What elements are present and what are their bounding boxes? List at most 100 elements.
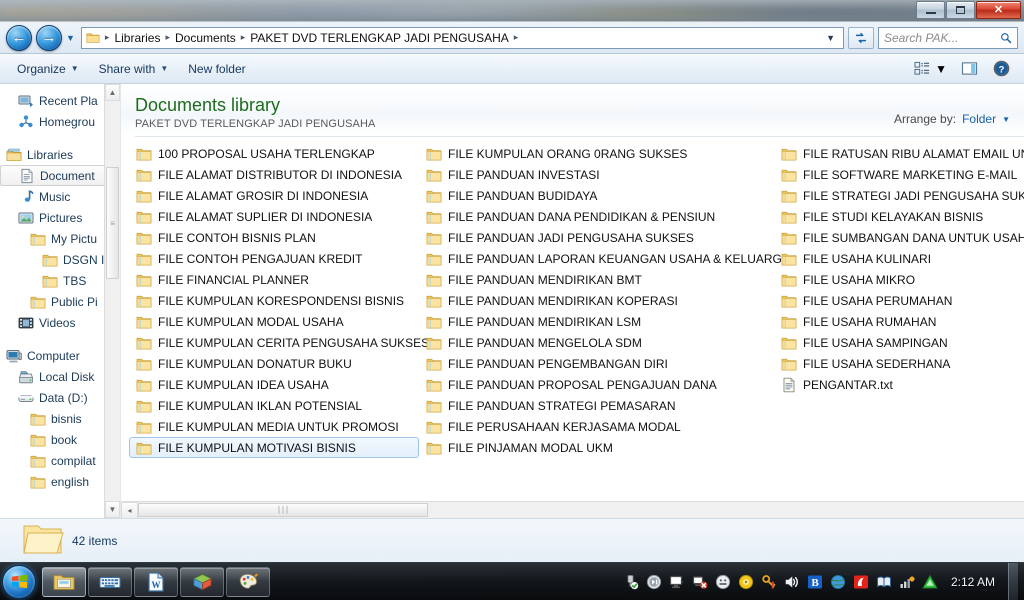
horizontal-scroll-thumb[interactable]: ∣∣∣ xyxy=(138,502,428,517)
smiley-icon[interactable] xyxy=(715,574,731,590)
list-item[interactable]: FILE STRATEGI JADI PENGUSAHA SUKSES xyxy=(774,185,1024,206)
breadcrumb-item-current-folder[interactable]: PAKET DVD TERLENGKAP JADI PENGUSAHA xyxy=(246,29,513,47)
share-with-button[interactable]: Share with ▼ xyxy=(90,58,178,80)
organize-button[interactable]: Organize ▼ xyxy=(8,58,88,80)
list-item[interactable]: FILE PANDUAN BUDIDAYA xyxy=(419,185,774,206)
list-item[interactable]: FILE FINANCIAL PLANNER xyxy=(129,269,419,290)
navigation-pane-scrollbar[interactable]: ▲ ≡ ▼ xyxy=(104,84,120,518)
taskbar-button-3d-app[interactable] xyxy=(180,566,224,597)
breadcrumb[interactable]: ▸ Libraries ▸ Documents ▸ PAKET DVD TERL… xyxy=(80,26,844,49)
address-dropdown-icon[interactable]: ▼ xyxy=(820,33,841,43)
disc-icon[interactable] xyxy=(738,574,754,590)
sidebar-item-tbs[interactable]: TBS xyxy=(0,270,120,291)
back-button[interactable]: ← xyxy=(6,24,32,51)
list-item[interactable]: FILE PANDUAN PENGEMBANGAN DIRI xyxy=(419,353,774,374)
key-warning-icon[interactable] xyxy=(761,574,777,590)
taskbar-button-windows-explorer[interactable] xyxy=(42,566,86,597)
list-item[interactable]: FILE ALAMAT DISTRIBUTOR DI INDONESIA xyxy=(129,164,419,185)
close-button[interactable]: ✕ xyxy=(976,1,1021,19)
breadcrumb-item-libraries[interactable]: Libraries xyxy=(110,29,164,47)
list-item[interactable]: FILE KUMPULAN IKLAN POTENSIAL xyxy=(129,395,419,416)
scroll-left-button[interactable]: ◂ xyxy=(121,501,138,519)
list-item[interactable]: PENGANTAR.txt xyxy=(774,374,1019,395)
sidebar-item-pictures[interactable]: Pictures xyxy=(0,207,120,228)
list-item[interactable]: FILE PANDUAN INVESTASI xyxy=(419,164,774,185)
help-button[interactable]: ? xyxy=(987,57,1016,80)
volume-icon[interactable] xyxy=(784,574,800,590)
list-item[interactable]: FILE RATUSAN RIBU ALAMAT EMAIL UNTUK PRO… xyxy=(774,143,1024,164)
sidebar-item-local-disk[interactable]: Local Disk xyxy=(0,366,120,387)
list-item[interactable]: FILE PANDUAN LAPORAN KEUANGAN USAHA & KE… xyxy=(419,248,790,269)
sidebar-item-dsgn-i[interactable]: DSGN I xyxy=(0,249,120,270)
usb-safely-remove-icon[interactable] xyxy=(623,574,639,590)
list-item[interactable]: FILE USAHA SAMPINGAN xyxy=(774,332,1019,353)
list-item[interactable]: FILE PANDUAN MENDIRIKAN BMT xyxy=(419,269,774,290)
search-input[interactable]: Search PAK... xyxy=(878,26,1018,49)
preview-pane-button[interactable] xyxy=(955,58,985,79)
list-item[interactable]: FILE USAHA SEDERHANA xyxy=(774,353,1019,374)
scroll-down-button[interactable]: ▼ xyxy=(105,501,120,518)
list-item[interactable]: FILE KUMPULAN DONATUR BUKU xyxy=(129,353,419,374)
sidebar-item-data-d[interactable]: Data (D:) xyxy=(0,387,120,408)
sidebar-item-english[interactable]: english xyxy=(0,471,120,492)
avira-icon[interactable] xyxy=(853,574,869,590)
taskbar-button-microsoft-word[interactable]: W xyxy=(134,566,178,597)
media-player-icon[interactable] xyxy=(646,574,662,590)
list-item[interactable]: FILE STUDI KELAYAKAN BISNIS xyxy=(774,206,1019,227)
arrange-by-value[interactable]: Folder xyxy=(962,112,996,126)
list-item[interactable]: FILE PANDUAN MENDIRIKAN LSM xyxy=(419,311,774,332)
sidebar-item-homegrou[interactable]: Homegrou xyxy=(0,111,120,132)
show-desktop-button[interactable] xyxy=(1008,563,1018,600)
sidebar-item-computer[interactable]: Computer xyxy=(0,345,120,366)
list-item[interactable]: FILE PANDUAN MENGELOLA SDM xyxy=(419,332,774,353)
dictionary-icon[interactable] xyxy=(876,574,892,590)
list-item[interactable]: FILE ALAMAT GROSIR DI INDONESIA xyxy=(129,185,419,206)
display-adapter-icon[interactable] xyxy=(669,574,685,590)
network-disconnected-icon[interactable] xyxy=(692,574,708,590)
sidebar-item-book[interactable]: book xyxy=(0,429,120,450)
taskbar-clock[interactable]: 2:12 AM xyxy=(945,575,1001,589)
scroll-thumb[interactable]: ≡ xyxy=(106,167,119,279)
recent-pages-dropdown-icon[interactable]: ▼ xyxy=(66,33,75,43)
list-item[interactable]: FILE CONTOH PENGAJUAN KREDIT xyxy=(129,248,419,269)
list-item[interactable]: FILE PANDUAN DANA PENDIDIKAN & PENSIUN xyxy=(419,206,774,227)
list-item[interactable]: FILE KUMPULAN MOTIVASI BISNIS xyxy=(129,437,419,458)
horizontal-scroll-track[interactable]: ∣∣∣ xyxy=(138,502,1024,519)
list-item[interactable]: FILE SUMBANGAN DANA UNTUK USAHA xyxy=(774,227,1024,248)
minimize-button[interactable] xyxy=(916,1,945,19)
breadcrumb-item-documents[interactable]: Documents xyxy=(171,29,240,47)
list-item[interactable]: FILE SOFTWARE MARKETING E-MAIL xyxy=(774,164,1024,185)
list-item[interactable]: FILE KUMPULAN IDEA USAHA xyxy=(129,374,419,395)
list-item[interactable]: FILE PANDUAN PROPOSAL PENGAJUAN DANA xyxy=(419,374,774,395)
scroll-track[interactable]: ≡ xyxy=(105,101,120,501)
list-item[interactable]: FILE PINJAMAN MODAL UKM xyxy=(419,437,774,458)
sidebar-item-my-pictu[interactable]: My Pictu xyxy=(0,228,120,249)
list-item[interactable]: FILE KUMPULAN KORESPONDENSI BISNIS xyxy=(129,290,419,311)
new-folder-button[interactable]: New folder xyxy=(179,58,254,80)
list-item[interactable]: FILE PANDUAN JADI PENGUSAHA SUKSES xyxy=(419,227,774,248)
sidebar-item-document[interactable]: Document xyxy=(0,165,120,186)
list-item[interactable]: FILE PANDUAN MENDIRIKAN KOPERASI xyxy=(419,290,774,311)
list-item[interactable]: FILE USAHA KULINARI xyxy=(774,248,1019,269)
sidebar-item-compilat[interactable]: compilat xyxy=(0,450,120,471)
green-triangle-icon[interactable] xyxy=(922,574,938,590)
list-item[interactable]: FILE KUMPULAN CERITA PENGUSAHA SUKSES xyxy=(129,332,429,353)
network-activity-icon[interactable] xyxy=(899,574,915,590)
sidebar-item-videos[interactable]: Videos xyxy=(0,312,120,333)
taskbar-button-on-screen-keyboard[interactable] xyxy=(88,566,132,597)
sidebar-item-music[interactable]: Music xyxy=(0,186,120,207)
start-button[interactable] xyxy=(2,564,36,599)
list-item[interactable]: FILE KUMPULAN MODAL USAHA xyxy=(129,311,419,332)
list-item[interactable]: FILE USAHA PERUMAHAN xyxy=(774,290,1019,311)
sidebar-item-bisnis[interactable]: bisnis xyxy=(0,408,120,429)
change-view-button[interactable]: ▼ xyxy=(908,58,953,79)
chevron-down-icon[interactable]: ▼ xyxy=(1002,115,1010,124)
sidebar-item-public-pi[interactable]: Public Pi xyxy=(0,291,120,312)
refresh-button[interactable] xyxy=(848,26,874,49)
list-item[interactable]: FILE USAHA RUMAHAN xyxy=(774,311,1019,332)
list-item[interactable]: FILE ALAMAT SUPLIER DI INDONESIA xyxy=(129,206,419,227)
bluestacks-icon[interactable]: B xyxy=(807,574,823,590)
list-item[interactable]: FILE KUMPULAN ORANG 0RANG SUKSES xyxy=(419,143,709,164)
sidebar-item-recent-pla[interactable]: Recent Pla xyxy=(0,90,120,111)
scroll-up-button[interactable]: ▲ xyxy=(105,84,120,101)
